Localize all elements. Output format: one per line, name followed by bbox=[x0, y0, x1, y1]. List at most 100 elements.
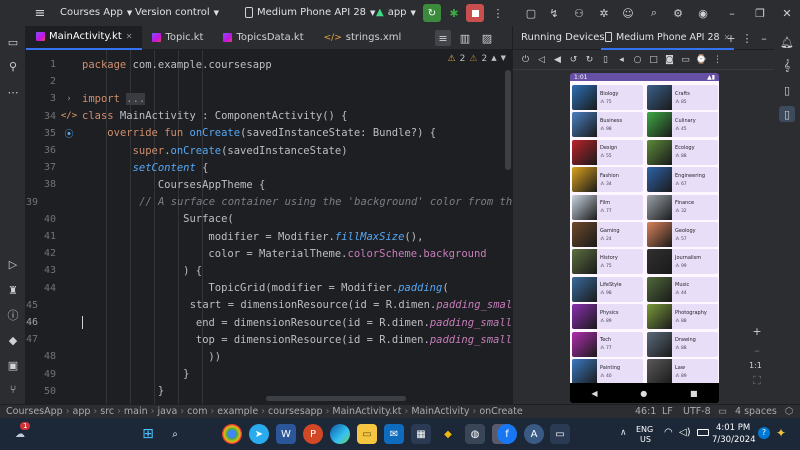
stop-button[interactable] bbox=[466, 4, 484, 22]
override-icon[interactable]: ⦿ bbox=[56, 127, 82, 140]
code-line[interactable]: 40 Surface( bbox=[26, 211, 512, 228]
topic-card[interactable]: Drawing ⁂ 88 bbox=[647, 331, 718, 357]
close-icon[interactable]: ✕ bbox=[779, 5, 795, 21]
code-line[interactable]: 43 ) { bbox=[26, 262, 512, 279]
extended-controls-icon[interactable]: ⋮ bbox=[711, 52, 724, 68]
git-icon[interactable]: ⑂ bbox=[5, 381, 21, 397]
overview-icon[interactable]: □ bbox=[647, 52, 660, 68]
rerun-button[interactable]: ↻ bbox=[423, 4, 441, 22]
gradle-icon[interactable]: 𝄞 bbox=[779, 58, 795, 74]
breadcrumb-item[interactable]: com bbox=[187, 406, 207, 417]
tab-topicsdata[interactable]: TopicsData.kt bbox=[213, 26, 313, 50]
search-icon[interactable]: ⌕ bbox=[646, 5, 662, 21]
topic-card[interactable]: Finance ⁂ 32 bbox=[647, 194, 718, 220]
screenshot-icon[interactable]: ◙ bbox=[663, 52, 676, 68]
code-with-me-icon[interactable]: ☺ bbox=[620, 5, 636, 21]
power-icon[interactable]: ⏻ bbox=[519, 52, 532, 68]
zoom-out-icon[interactable]: – bbox=[749, 342, 765, 358]
tab-list-icon[interactable]: ≡ bbox=[435, 30, 451, 46]
version-control-selector[interactable]: Version control ▼ bbox=[135, 7, 219, 18]
app-quality-icon[interactable]: ♜ bbox=[5, 282, 21, 298]
code-line[interactable]: 2 bbox=[26, 73, 512, 90]
search-icon[interactable]: ⌕ bbox=[165, 424, 185, 444]
breadcrumb-item[interactable]: java bbox=[157, 406, 177, 417]
code-line[interactable]: 41 modifier = Modifier.fillMaxSize(), bbox=[26, 228, 512, 245]
breadcrumb-item[interactable]: CoursesApp bbox=[6, 406, 63, 417]
zoom-in-icon[interactable]: + bbox=[749, 323, 765, 339]
topic-card[interactable]: Geology ⁂ 57 bbox=[647, 222, 718, 247]
breadcrumb-item[interactable]: MainActivity bbox=[411, 406, 469, 417]
breadcrumb-item[interactable]: src bbox=[100, 406, 114, 417]
language-code[interactable]: ENG bbox=[636, 425, 653, 434]
mail-icon[interactable]: ✉ bbox=[384, 424, 404, 444]
more-options-icon[interactable]: ⋮ bbox=[490, 5, 506, 21]
run-icon[interactable]: ▷ bbox=[5, 256, 21, 272]
topic-card[interactable]: History ⁂ 75 bbox=[572, 249, 643, 275]
word-icon[interactable]: W bbox=[276, 424, 296, 444]
fold-icon[interactable]: ▯ bbox=[599, 52, 612, 68]
back-icon[interactable]: ◀ bbox=[591, 389, 597, 398]
file-explorer-icon[interactable]: ▭ bbox=[357, 424, 377, 444]
lock-icon[interactable]: ▭ bbox=[718, 406, 727, 417]
editor-scrollbar[interactable] bbox=[505, 70, 511, 170]
structure-icon[interactable]: ⚲ bbox=[5, 58, 21, 74]
gear-icon[interactable]: ⚙ bbox=[670, 5, 686, 21]
fold-icon[interactable]: › bbox=[56, 94, 82, 104]
device-manager-icon[interactable]: ▢ bbox=[523, 5, 539, 21]
sync-icon[interactable]: ↯ bbox=[546, 5, 562, 21]
account-icon[interactable]: ◉ bbox=[695, 5, 711, 21]
breadcrumb-item[interactable]: onCreate bbox=[479, 406, 522, 417]
volume-icon[interactable]: ◁) bbox=[679, 427, 691, 438]
copilot-icon[interactable]: ✦ bbox=[776, 426, 786, 440]
topic-card[interactable]: Business ⁂ 98 bbox=[572, 112, 643, 138]
code-line[interactable]: 48 )) bbox=[26, 348, 512, 365]
topic-card[interactable]: Painting ⁂ 40 bbox=[572, 359, 643, 384]
minimize-panel-icon[interactable]: – bbox=[756, 30, 772, 46]
terminal-icon[interactable]: ▣ bbox=[5, 357, 21, 373]
horizontal-scrollbar[interactable] bbox=[266, 396, 406, 401]
code-line[interactable]: 46 end = dimensionResource(id = R.dimen.… bbox=[26, 314, 512, 331]
code-line[interactable]: 44 TopicGrid(modifier = Modifier.padding… bbox=[26, 280, 512, 297]
minimize-icon[interactable]: – bbox=[724, 5, 740, 21]
wear-icon[interactable]: ⌚ bbox=[695, 52, 708, 68]
close-icon[interactable]: ✕ bbox=[126, 32, 133, 41]
clock-date[interactable]: 7/30/2024 bbox=[712, 435, 756, 445]
preview-icon[interactable]: ▨ bbox=[479, 30, 495, 46]
app-icon[interactable]: ◍ bbox=[465, 424, 485, 444]
run-config-selector[interactable]: ▲ app ▼ bbox=[376, 7, 416, 18]
indent-setting[interactable]: 4 spaces bbox=[735, 406, 777, 417]
topic-card[interactable]: Film ⁂ 77 bbox=[572, 194, 643, 220]
clock-time[interactable]: 4:01 PM bbox=[716, 423, 750, 433]
device-selector[interactable]: Medium Phone API 28 ▼ bbox=[245, 7, 375, 18]
tab-topic[interactable]: Topic.kt bbox=[142, 26, 213, 50]
store-icon[interactable]: ▦ bbox=[411, 424, 431, 444]
help-icon[interactable]: ? bbox=[758, 427, 770, 439]
more-tools-icon[interactable]: ⋯ bbox=[5, 84, 21, 100]
code-editor[interactable]: ⚠ 2 ⚠ 2 ▲ ▼ 1 package com.example.coursesap… bbox=[26, 50, 512, 404]
code-line[interactable]: 1 package com.example.coursesapp bbox=[26, 56, 512, 73]
topic-card[interactable]: Law ⁂ 89 bbox=[647, 359, 718, 384]
chrome-icon[interactable] bbox=[222, 424, 242, 444]
breadcrumb-item[interactable]: app bbox=[73, 406, 91, 417]
topic-card[interactable]: Music ⁂ 44 bbox=[647, 276, 718, 302]
record-icon[interactable]: ▭ bbox=[679, 52, 692, 68]
wifi-icon[interactable]: ◠ bbox=[664, 427, 673, 438]
topic-card[interactable]: Design ⁂ 55 bbox=[572, 139, 643, 165]
add-device-icon[interactable]: + bbox=[723, 30, 739, 46]
android-studio-icon[interactable]: A bbox=[524, 424, 544, 444]
profiler-icon[interactable]: ⚇ bbox=[571, 5, 587, 21]
topic-card[interactable]: Biology ⁂ 75 bbox=[572, 85, 643, 110]
topic-grid[interactable]: Biology ⁂ 75 Crafts ⁂ 85 Business ⁂ 98 Culinar… bbox=[570, 81, 719, 384]
topic-card[interactable]: Crafts ⁂ 85 bbox=[647, 85, 718, 110]
zoom-ratio[interactable]: 1:1 bbox=[749, 361, 762, 370]
code-line[interactable]: 34 </> class MainActivity : ComponentActiv… bbox=[26, 108, 512, 125]
line-separator[interactable]: LF bbox=[662, 406, 673, 417]
breadcrumb-item[interactable]: main bbox=[124, 406, 148, 417]
topic-card[interactable]: Culinary ⁂ 45 bbox=[647, 112, 718, 138]
breadcrumb-item[interactable]: coursesapp bbox=[268, 406, 323, 417]
device-tab[interactable]: Medium Phone API 28 ✕ bbox=[601, 26, 735, 50]
region-code[interactable]: US bbox=[640, 435, 651, 444]
code-line[interactable]: 37 setContent { bbox=[26, 159, 512, 176]
project-selector[interactable]: Courses App ▼ bbox=[60, 7, 132, 18]
code-line[interactable]: 45 start = dimensionResource(id = R.dime… bbox=[26, 297, 512, 314]
